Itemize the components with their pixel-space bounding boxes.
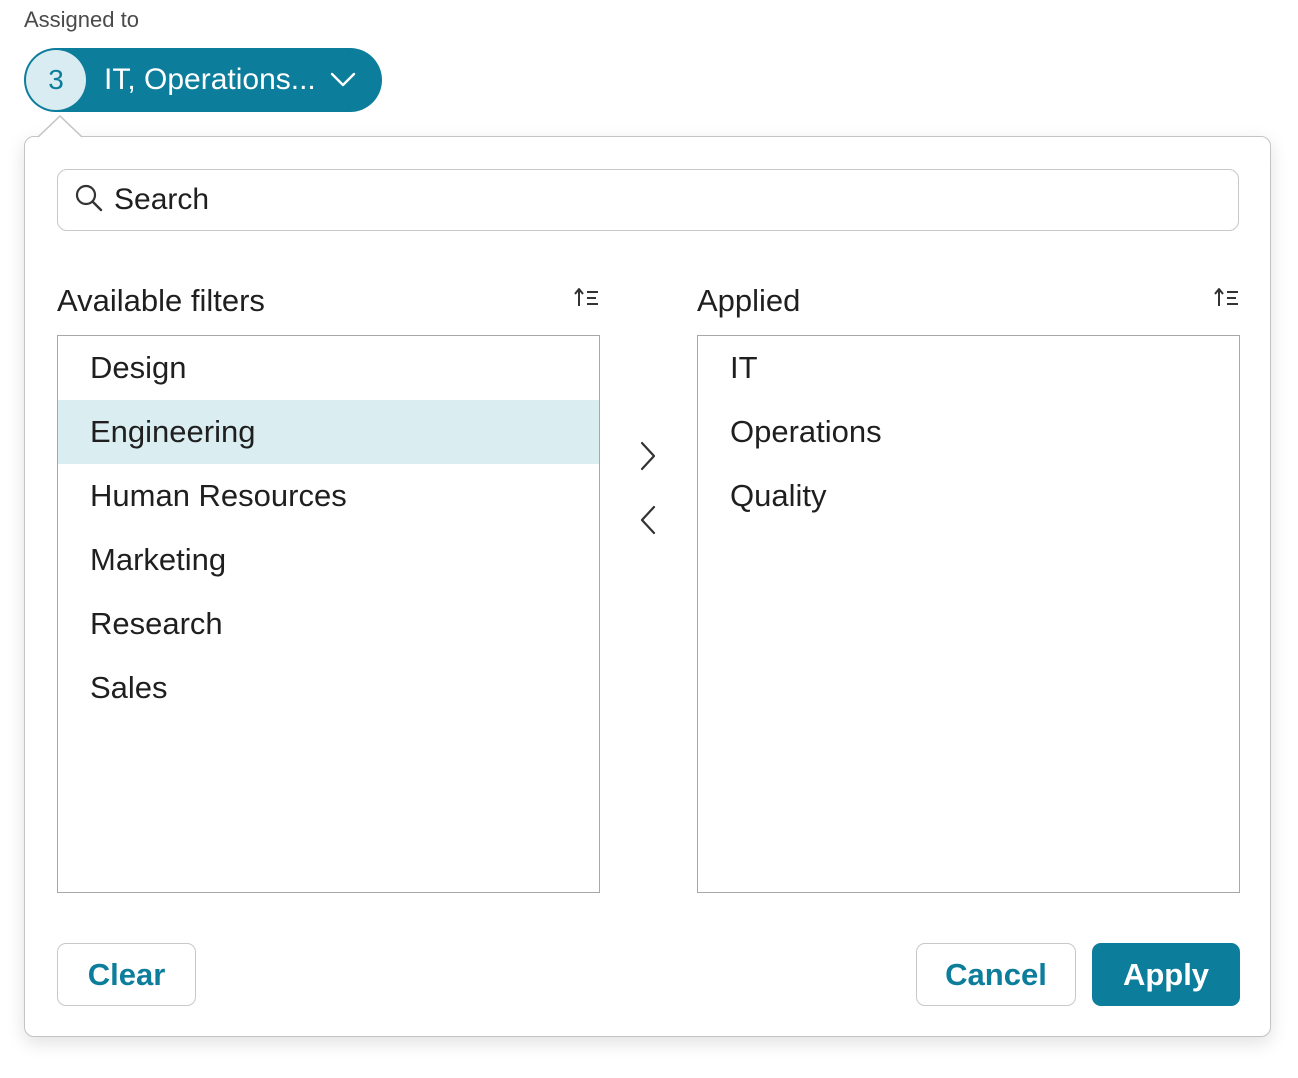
list-item[interactable]: Research <box>58 592 599 656</box>
search-box[interactable] <box>57 169 1239 231</box>
list-item[interactable]: Marketing <box>58 528 599 592</box>
selected-summary: IT, Operations... <box>104 63 316 96</box>
chevron-right-icon[interactable] <box>635 439 661 478</box>
chevron-down-icon <box>330 72 356 88</box>
list-item[interactable]: Quality <box>698 464 1239 528</box>
sort-ascending-icon[interactable] <box>1214 287 1240 314</box>
apply-button[interactable]: Apply <box>1092 943 1240 1006</box>
search-icon <box>74 183 104 218</box>
assigned-to-dropdown[interactable]: 3 IT, Operations... <box>24 48 382 112</box>
list-item[interactable]: Sales <box>58 656 599 720</box>
list-item[interactable]: IT <box>698 336 1239 400</box>
cancel-button[interactable]: Cancel <box>916 943 1076 1006</box>
chevron-left-icon[interactable] <box>635 503 661 542</box>
list-item[interactable]: Engineering <box>58 400 599 464</box>
available-filters-title: Available filters <box>57 283 265 318</box>
list-item[interactable]: Human Resources <box>58 464 599 528</box>
list-item[interactable]: Design <box>58 336 599 400</box>
popover-caret <box>37 115 83 138</box>
sort-ascending-icon[interactable] <box>574 287 600 314</box>
filter-popover: Available filters DesignEngineeringHuman… <box>24 136 1271 1037</box>
field-label: Assigned to <box>24 7 139 32</box>
list-item[interactable]: Operations <box>698 400 1239 464</box>
selected-count-badge: 3 <box>26 50 86 110</box>
clear-button[interactable]: Clear <box>57 943 196 1006</box>
available-filters-list[interactable]: Design Engineering Human Resources Marketin… <box>57 335 600 893</box>
applied-filters-list[interactable]: IT Operations Quality <box>697 335 1240 893</box>
search-input[interactable] <box>114 183 1214 217</box>
applied-title: Applied <box>697 283 801 318</box>
